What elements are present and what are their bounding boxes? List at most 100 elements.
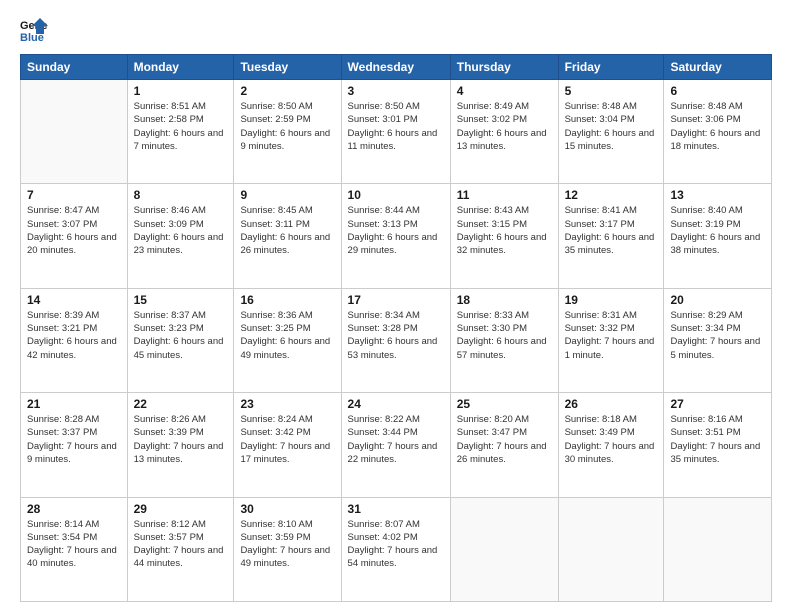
calendar-header-row: SundayMondayTuesdayWednesdayThursdayFrid… (21, 55, 772, 80)
day-info: Sunrise: 8:26 AMSunset: 3:39 PMDaylight:… (134, 414, 224, 465)
day-number: 20 (670, 293, 765, 307)
day-info: Sunrise: 8:29 AMSunset: 3:34 PMDaylight:… (670, 310, 760, 361)
calendar-cell: 31 Sunrise: 8:07 AMSunset: 4:02 PMDaylig… (341, 497, 450, 601)
calendar-cell (450, 497, 558, 601)
day-info: Sunrise: 8:39 AMSunset: 3:21 PMDaylight:… (27, 310, 117, 361)
day-info: Sunrise: 8:10 AMSunset: 3:59 PMDaylight:… (240, 519, 330, 570)
calendar-cell: 8 Sunrise: 8:46 AMSunset: 3:09 PMDayligh… (127, 184, 234, 288)
day-info: Sunrise: 8:33 AMSunset: 3:30 PMDaylight:… (457, 310, 547, 361)
day-number: 3 (348, 84, 444, 98)
day-number: 30 (240, 502, 334, 516)
calendar-cell: 15 Sunrise: 8:37 AMSunset: 3:23 PMDaylig… (127, 288, 234, 392)
calendar-cell: 1 Sunrise: 8:51 AMSunset: 2:58 PMDayligh… (127, 80, 234, 184)
day-number: 18 (457, 293, 552, 307)
day-info: Sunrise: 8:36 AMSunset: 3:25 PMDaylight:… (240, 310, 330, 361)
calendar-cell (21, 80, 128, 184)
day-number: 15 (134, 293, 228, 307)
day-info: Sunrise: 8:51 AMSunset: 2:58 PMDaylight:… (134, 101, 224, 152)
calendar-cell: 17 Sunrise: 8:34 AMSunset: 3:28 PMDaylig… (341, 288, 450, 392)
day-number: 21 (27, 397, 121, 411)
day-number: 2 (240, 84, 334, 98)
logo: General Blue (20, 16, 52, 44)
calendar-cell: 25 Sunrise: 8:20 AMSunset: 3:47 PMDaylig… (450, 393, 558, 497)
calendar-cell: 23 Sunrise: 8:24 AMSunset: 3:42 PMDaylig… (234, 393, 341, 497)
day-info: Sunrise: 8:12 AMSunset: 3:57 PMDaylight:… (134, 519, 224, 570)
day-number: 28 (27, 502, 121, 516)
calendar-cell: 2 Sunrise: 8:50 AMSunset: 2:59 PMDayligh… (234, 80, 341, 184)
calendar-cell: 24 Sunrise: 8:22 AMSunset: 3:44 PMDaylig… (341, 393, 450, 497)
day-info: Sunrise: 8:40 AMSunset: 3:19 PMDaylight:… (670, 205, 760, 256)
day-number: 19 (565, 293, 658, 307)
day-info: Sunrise: 8:50 AMSunset: 3:01 PMDaylight:… (348, 101, 438, 152)
page: General Blue SundayMondayTuesdayWednesda… (0, 0, 792, 612)
day-number: 26 (565, 397, 658, 411)
calendar-cell: 11 Sunrise: 8:43 AMSunset: 3:15 PMDaylig… (450, 184, 558, 288)
day-info: Sunrise: 8:14 AMSunset: 3:54 PMDaylight:… (27, 519, 117, 570)
day-info: Sunrise: 8:16 AMSunset: 3:51 PMDaylight:… (670, 414, 760, 465)
calendar-cell (664, 497, 772, 601)
calendar-cell: 30 Sunrise: 8:10 AMSunset: 3:59 PMDaylig… (234, 497, 341, 601)
calendar-week-4: 28 Sunrise: 8:14 AMSunset: 3:54 PMDaylig… (21, 497, 772, 601)
day-info: Sunrise: 8:49 AMSunset: 3:02 PMDaylight:… (457, 101, 547, 152)
calendar-cell: 20 Sunrise: 8:29 AMSunset: 3:34 PMDaylig… (664, 288, 772, 392)
day-info: Sunrise: 8:48 AMSunset: 3:04 PMDaylight:… (565, 101, 655, 152)
col-header-monday: Monday (127, 55, 234, 80)
calendar-cell: 19 Sunrise: 8:31 AMSunset: 3:32 PMDaylig… (558, 288, 664, 392)
calendar-cell: 27 Sunrise: 8:16 AMSunset: 3:51 PMDaylig… (664, 393, 772, 497)
day-number: 13 (670, 188, 765, 202)
day-number: 27 (670, 397, 765, 411)
logo-icon: General Blue (20, 16, 48, 44)
day-info: Sunrise: 8:24 AMSunset: 3:42 PMDaylight:… (240, 414, 330, 465)
calendar-cell: 5 Sunrise: 8:48 AMSunset: 3:04 PMDayligh… (558, 80, 664, 184)
day-number: 17 (348, 293, 444, 307)
day-number: 29 (134, 502, 228, 516)
day-number: 5 (565, 84, 658, 98)
calendar-week-1: 7 Sunrise: 8:47 AMSunset: 3:07 PMDayligh… (21, 184, 772, 288)
calendar-cell: 12 Sunrise: 8:41 AMSunset: 3:17 PMDaylig… (558, 184, 664, 288)
day-number: 10 (348, 188, 444, 202)
day-info: Sunrise: 8:47 AMSunset: 3:07 PMDaylight:… (27, 205, 117, 256)
day-number: 23 (240, 397, 334, 411)
day-info: Sunrise: 8:31 AMSunset: 3:32 PMDaylight:… (565, 310, 655, 361)
day-info: Sunrise: 8:46 AMSunset: 3:09 PMDaylight:… (134, 205, 224, 256)
day-number: 25 (457, 397, 552, 411)
day-number: 7 (27, 188, 121, 202)
calendar-cell: 21 Sunrise: 8:28 AMSunset: 3:37 PMDaylig… (21, 393, 128, 497)
day-info: Sunrise: 8:50 AMSunset: 2:59 PMDaylight:… (240, 101, 330, 152)
day-info: Sunrise: 8:18 AMSunset: 3:49 PMDaylight:… (565, 414, 655, 465)
day-info: Sunrise: 8:45 AMSunset: 3:11 PMDaylight:… (240, 205, 330, 256)
calendar-table: SundayMondayTuesdayWednesdayThursdayFrid… (20, 54, 772, 602)
calendar-cell: 29 Sunrise: 8:12 AMSunset: 3:57 PMDaylig… (127, 497, 234, 601)
calendar-cell: 9 Sunrise: 8:45 AMSunset: 3:11 PMDayligh… (234, 184, 341, 288)
header: General Blue (20, 16, 772, 44)
calendar-cell: 10 Sunrise: 8:44 AMSunset: 3:13 PMDaylig… (341, 184, 450, 288)
calendar-cell: 7 Sunrise: 8:47 AMSunset: 3:07 PMDayligh… (21, 184, 128, 288)
day-number: 1 (134, 84, 228, 98)
day-info: Sunrise: 8:48 AMSunset: 3:06 PMDaylight:… (670, 101, 760, 152)
day-info: Sunrise: 8:41 AMSunset: 3:17 PMDaylight:… (565, 205, 655, 256)
col-header-thursday: Thursday (450, 55, 558, 80)
day-info: Sunrise: 8:22 AMSunset: 3:44 PMDaylight:… (348, 414, 438, 465)
day-number: 31 (348, 502, 444, 516)
calendar-cell: 28 Sunrise: 8:14 AMSunset: 3:54 PMDaylig… (21, 497, 128, 601)
day-number: 4 (457, 84, 552, 98)
col-header-tuesday: Tuesday (234, 55, 341, 80)
calendar-cell: 14 Sunrise: 8:39 AMSunset: 3:21 PMDaylig… (21, 288, 128, 392)
day-number: 22 (134, 397, 228, 411)
calendar-week-2: 14 Sunrise: 8:39 AMSunset: 3:21 PMDaylig… (21, 288, 772, 392)
calendar-cell: 3 Sunrise: 8:50 AMSunset: 3:01 PMDayligh… (341, 80, 450, 184)
col-header-friday: Friday (558, 55, 664, 80)
col-header-wednesday: Wednesday (341, 55, 450, 80)
day-number: 16 (240, 293, 334, 307)
day-info: Sunrise: 8:44 AMSunset: 3:13 PMDaylight:… (348, 205, 438, 256)
day-number: 14 (27, 293, 121, 307)
day-info: Sunrise: 8:37 AMSunset: 3:23 PMDaylight:… (134, 310, 224, 361)
day-info: Sunrise: 8:34 AMSunset: 3:28 PMDaylight:… (348, 310, 438, 361)
calendar-cell: 4 Sunrise: 8:49 AMSunset: 3:02 PMDayligh… (450, 80, 558, 184)
calendar-cell: 16 Sunrise: 8:36 AMSunset: 3:25 PMDaylig… (234, 288, 341, 392)
day-number: 8 (134, 188, 228, 202)
calendar-week-3: 21 Sunrise: 8:28 AMSunset: 3:37 PMDaylig… (21, 393, 772, 497)
calendar-cell: 13 Sunrise: 8:40 AMSunset: 3:19 PMDaylig… (664, 184, 772, 288)
day-number: 12 (565, 188, 658, 202)
calendar-cell (558, 497, 664, 601)
